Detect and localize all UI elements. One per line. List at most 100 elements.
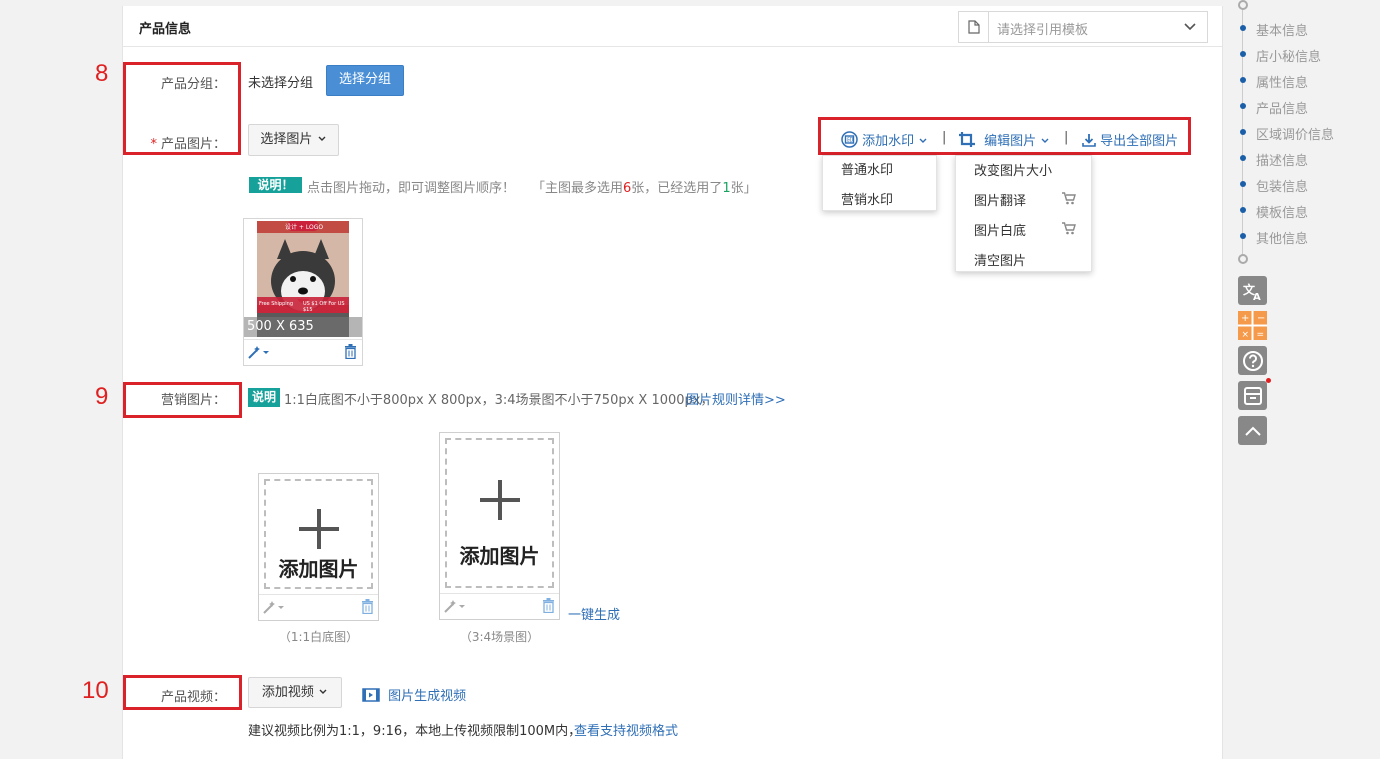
nav-dot: [1240, 155, 1246, 161]
download-icon: [1082, 134, 1096, 147]
nav-item-other-info[interactable]: 其他信息: [1256, 228, 1308, 247]
select-images-label: 选择图片: [260, 132, 313, 147]
cart-icon: [1062, 192, 1076, 209]
scene-image-caption: （3:4场景图）: [459, 630, 540, 644]
delete-icon[interactable]: [542, 598, 555, 617]
group-label: 产品分组：: [160, 77, 226, 92]
scroll-top-button[interactable]: [1238, 416, 1267, 445]
svg-text:A: A: [1253, 292, 1261, 301]
video-note: 建议视频比例为1:1，9:16，本地上传视频限制100M内，: [248, 724, 582, 739]
archive-button[interactable]: [1238, 381, 1267, 410]
add-scene-image-card[interactable]: 添加图片: [439, 432, 560, 620]
crop-icon: [959, 132, 975, 147]
edit-menu-white-background[interactable]: 图片白底: [974, 220, 1026, 239]
select-images-button[interactable]: 选择图片: [248, 124, 339, 156]
image-tools: [244, 339, 362, 365]
panel-title: 产品信息: [139, 22, 192, 37]
nav-item-description-info[interactable]: 描述信息: [1256, 150, 1308, 169]
nav-item-product-info[interactable]: 产品信息: [1256, 98, 1308, 117]
template-placeholder: 请选择引用模板: [997, 23, 1089, 38]
magic-wand-icon[interactable]: [444, 599, 466, 617]
edit-image-dropdown: 改变图片大小 图片翻译 图片白底 清空图片: [955, 155, 1092, 272]
product-images-label: * 产品图片：: [126, 133, 226, 152]
export-all-images-button[interactable]: 导出全部图片: [1082, 130, 1178, 149]
document-icon: [959, 12, 989, 42]
svg-text:印: 印: [847, 137, 853, 144]
image-to-video-link[interactable]: 图片生成视频: [362, 685, 466, 704]
nav-item-attribute-info[interactable]: 属性信息: [1256, 72, 1308, 91]
svg-text:−: −: [1257, 313, 1265, 324]
image-overlay-left: Free Shipping: [259, 301, 294, 307]
nav-start-ring: [1238, 0, 1248, 10]
image-rules-link[interactable]: 图片规则详情>>: [686, 389, 786, 408]
square-image-caption: （1:1白底图）: [278, 630, 359, 644]
image-to-video-label: 图片生成视频: [388, 689, 467, 704]
add-square-image-card[interactable]: 添加图片: [258, 473, 379, 621]
add-scene-image-dropzone[interactable]: 添加图片: [445, 438, 554, 588]
add-video-label: 添加视频: [261, 685, 314, 700]
video-formats-link[interactable]: 查看支持视频格式: [574, 720, 678, 739]
template-select[interactable]: 请选择引用模板: [958, 11, 1208, 43]
nav-item-basic-info[interactable]: 基本信息: [1256, 20, 1308, 39]
cart-icon: [1062, 222, 1076, 239]
add-watermark-button[interactable]: 印 添加水印: [841, 130, 928, 149]
marketing-size-hint: 1:1白底图不小于800px X 800px，3:4场景图不小于750px X …: [284, 393, 714, 408]
edit-menu-clear[interactable]: 清空图片: [974, 250, 1026, 269]
chevron-up-icon: [1244, 426, 1261, 436]
edit-image-button[interactable]: 编辑图片: [958, 130, 1050, 149]
limit-suffix: 张」: [730, 181, 757, 196]
one-click-generate-link[interactable]: 一键生成: [568, 604, 620, 623]
nav-item-packaging-info[interactable]: 包装信息: [1256, 176, 1308, 195]
image-limit-hint: 「主图最多选用6张，已经选用了1张」: [532, 177, 757, 196]
edit-menu-translate[interactable]: 图片翻译: [974, 190, 1026, 209]
instruction-badge: 说明！: [249, 177, 302, 193]
add-square-image-dropzone[interactable]: 添加图片: [264, 479, 373, 589]
chevron-down-icon: [919, 138, 927, 143]
image-banner-text: 设计 + LOGO: [285, 224, 324, 231]
translate-button[interactable]: 文A: [1238, 276, 1267, 305]
delete-icon[interactable]: [361, 599, 374, 618]
svg-text:+: +: [1241, 313, 1249, 324]
watermark-menu-normal[interactable]: 普通水印: [841, 159, 893, 178]
limit-prefix: 「主图最多选用: [532, 181, 624, 196]
add-square-image-label: 添加图片: [278, 557, 359, 581]
help-icon: [1242, 350, 1263, 371]
nav-dot: [1240, 129, 1246, 135]
chevron-down-icon: [1183, 18, 1197, 38]
square-image-tools: [259, 594, 378, 620]
limit-mid: 张，已经选用了: [631, 181, 723, 196]
add-video-button[interactable]: 添加视频: [248, 677, 342, 708]
product-image-card[interactable]: 设计 + LOGO Free Shipping US $1 Off For US…: [243, 218, 363, 366]
plus-icon: [480, 480, 520, 520]
drag-hint: 点击图片拖动，即可调整图片顺序！: [307, 181, 516, 196]
calculator-button[interactable]: + − × =: [1238, 311, 1267, 340]
nav-item-regional-pricing[interactable]: 区域调价信息: [1256, 124, 1334, 143]
nav-end-ring: [1238, 254, 1248, 264]
delete-icon[interactable]: [344, 344, 357, 363]
annotation-number-9: 9: [95, 383, 109, 410]
archive-icon: [1243, 386, 1262, 405]
magic-wand-icon[interactable]: [263, 600, 285, 618]
marketing-images-label: 营销图片：: [160, 393, 226, 408]
calculator-icon: + − × =: [1238, 311, 1267, 340]
toolbar-separator: |: [1064, 130, 1069, 145]
nav-dot: [1240, 25, 1246, 31]
nav-item-dxm-info[interactable]: 店小秘信息: [1256, 46, 1321, 65]
group-status: 未选择分组: [248, 76, 314, 91]
help-button[interactable]: [1238, 346, 1267, 375]
magic-wand-icon[interactable]: [248, 345, 270, 363]
export-all-images-label: 导出全部图片: [1100, 134, 1179, 149]
chevron-down-icon: [318, 136, 326, 141]
chevron-down-icon: [319, 689, 327, 694]
watermark-menu-marketing[interactable]: 营销水印: [841, 189, 893, 208]
nav-item-template-info[interactable]: 模板信息: [1256, 202, 1308, 221]
add-scene-image-label: 添加图片: [459, 544, 540, 568]
edit-menu-resize[interactable]: 改变图片大小: [974, 160, 1052, 179]
select-group-button[interactable]: 选择分组: [326, 65, 404, 96]
nav-dot: [1240, 51, 1246, 57]
svg-text:=: =: [1257, 330, 1265, 340]
product-video-label: 产品视频：: [160, 690, 226, 705]
nav-dot: [1240, 77, 1246, 83]
marketing-instruction-badge: 说明: [248, 388, 280, 407]
nav-dot: [1240, 181, 1246, 187]
